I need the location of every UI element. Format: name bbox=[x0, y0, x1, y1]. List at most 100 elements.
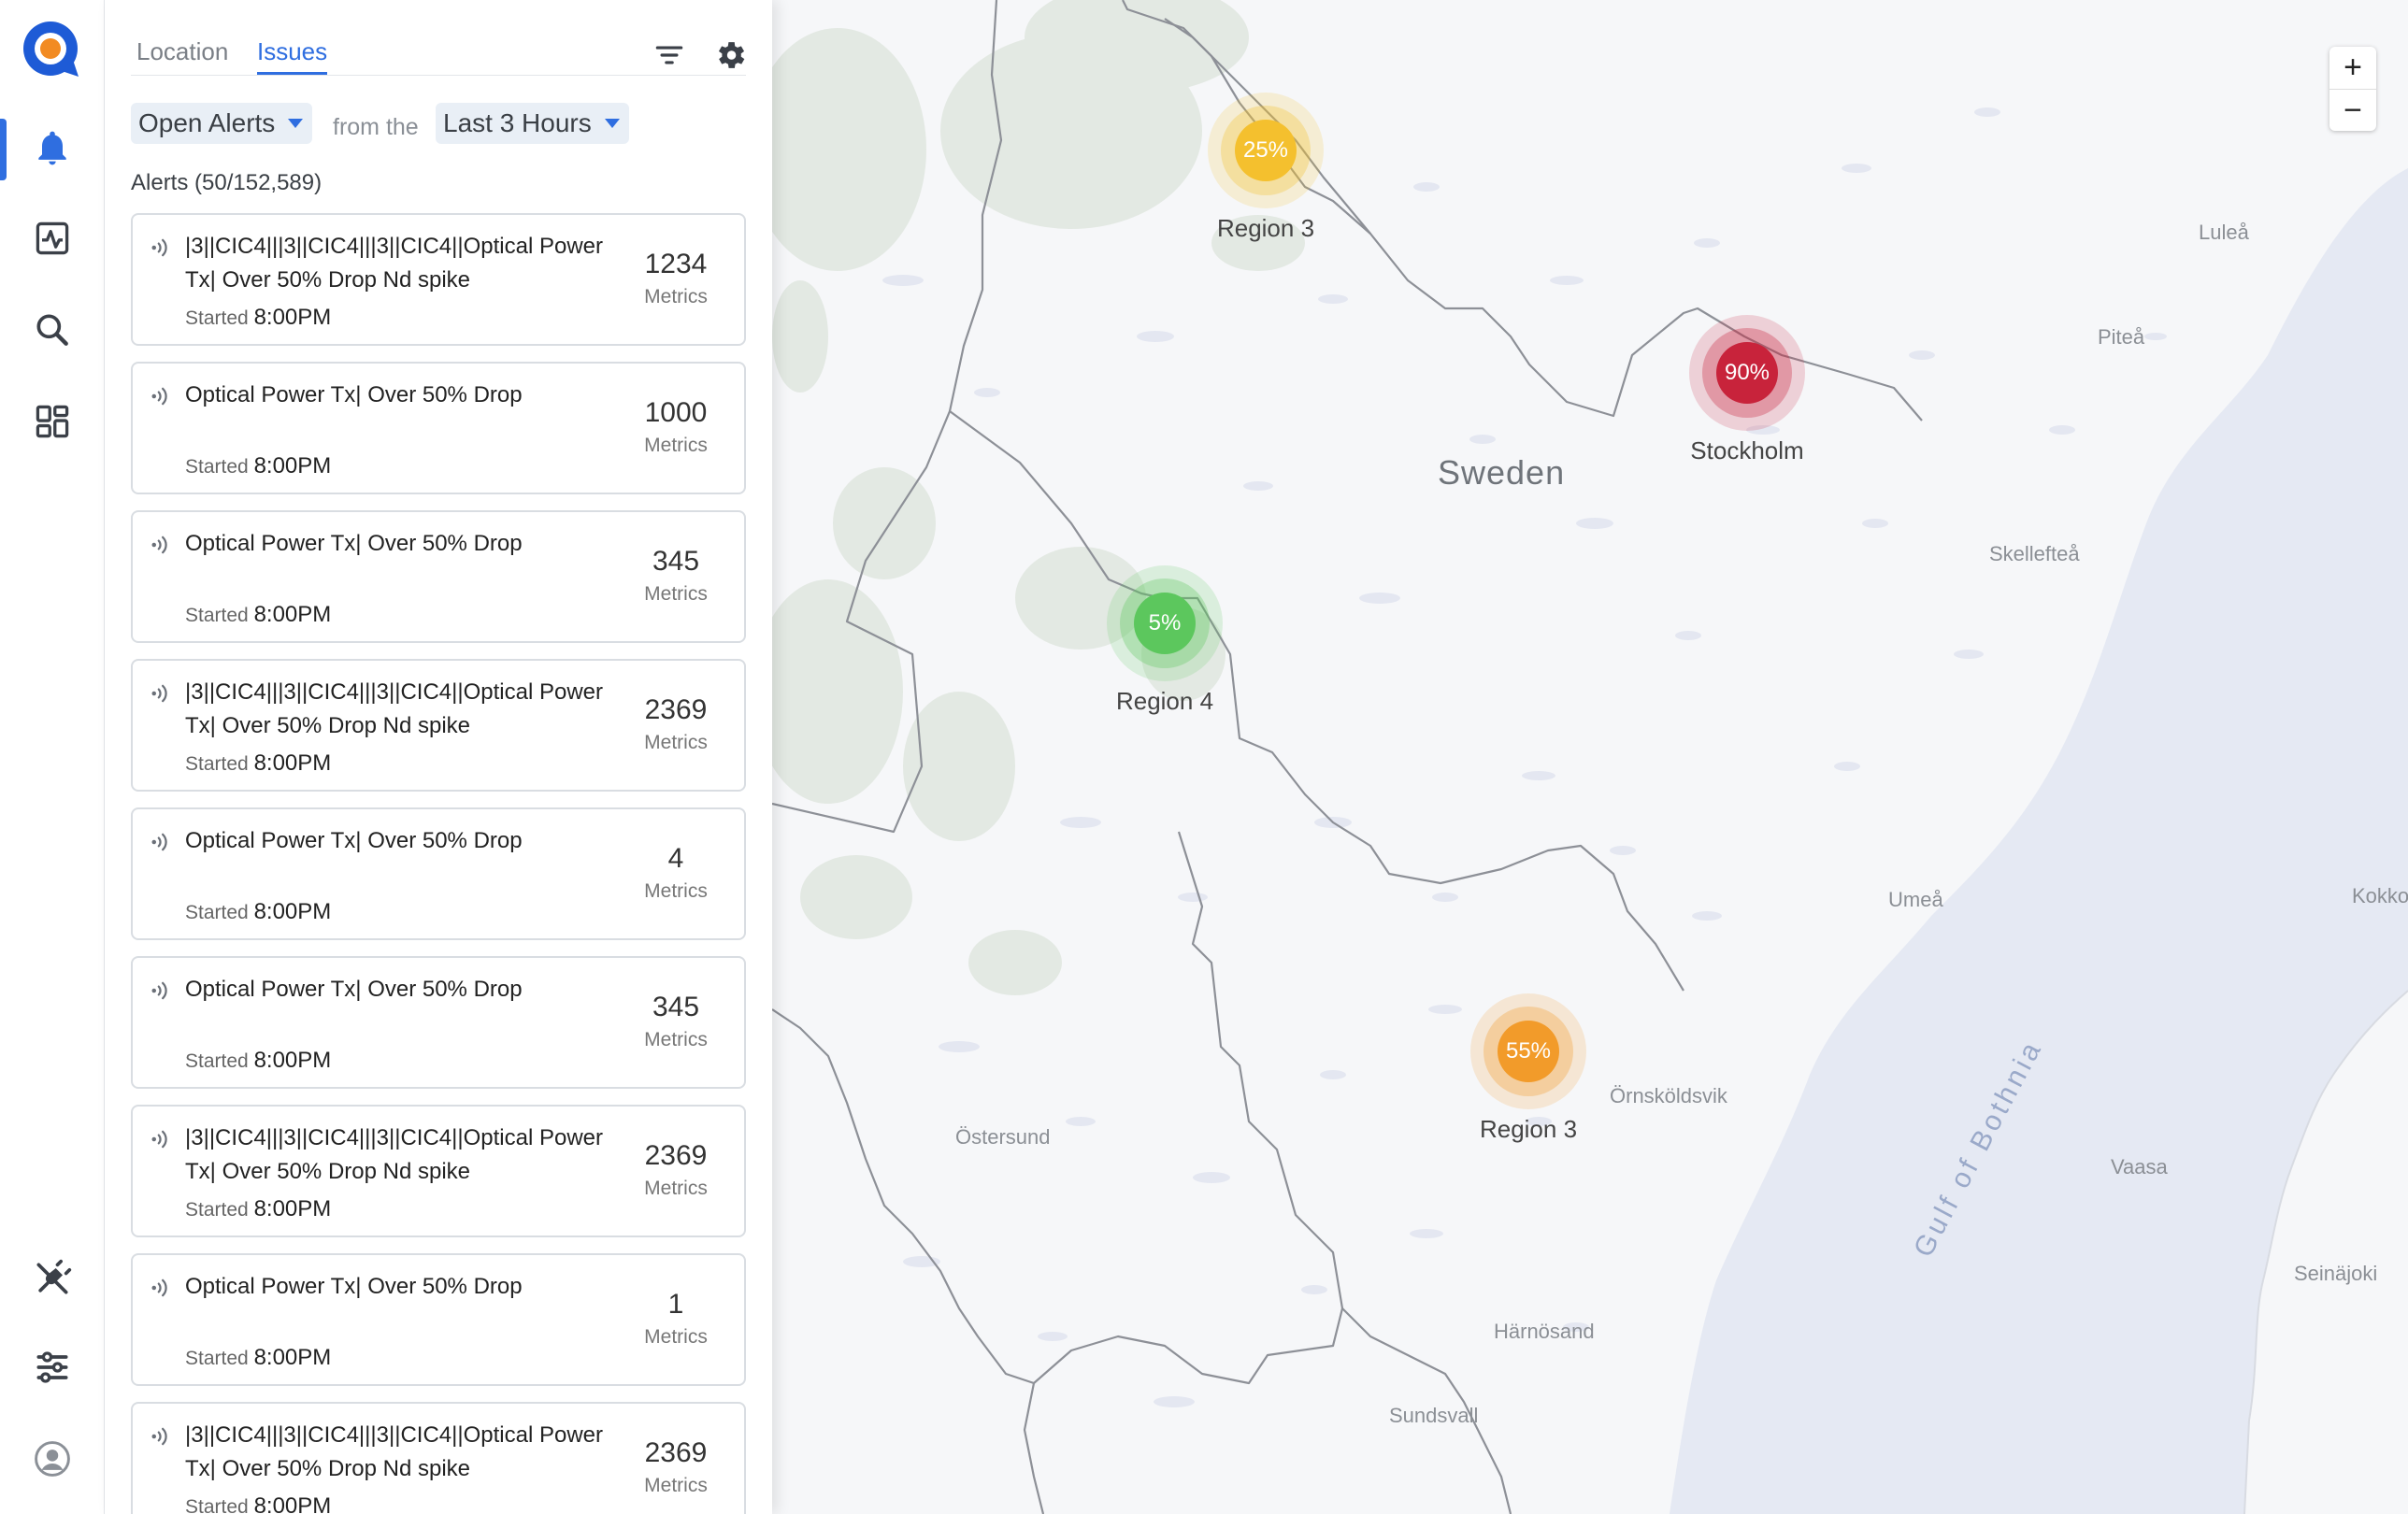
filter-icon[interactable] bbox=[652, 37, 687, 73]
alert-panel: Location Issues Open Alerts from the Las… bbox=[105, 0, 772, 1514]
signal-icon bbox=[146, 531, 174, 559]
signal-icon bbox=[146, 1274, 174, 1302]
gear-icon[interactable] bbox=[712, 37, 748, 73]
alert-started-label: Started bbox=[185, 605, 249, 626]
map-place-label: Luleå bbox=[2199, 221, 2249, 244]
app-logo[interactable] bbox=[21, 19, 82, 80]
nav-profile[interactable] bbox=[0, 1419, 105, 1503]
alert-started: Started 8:00PM bbox=[185, 305, 331, 331]
bell-icon bbox=[32, 127, 73, 173]
status-filter-dropdown[interactable]: Open Alerts bbox=[131, 103, 313, 144]
marker-value: 90% bbox=[1716, 342, 1778, 404]
alert-title: |3||CIC4|||3||CIC4|||3||CIC4||Optical Po… bbox=[185, 679, 603, 738]
marker-label: Stockholm bbox=[1690, 436, 1804, 464]
nav-alerts[interactable] bbox=[0, 107, 105, 192]
caret-down-icon bbox=[288, 119, 304, 128]
signal-icon bbox=[146, 679, 174, 707]
alert-card[interactable]: |3||CIC4|||3||CIC4|||3||CIC4||Optical Po… bbox=[131, 659, 746, 792]
alert-card[interactable]: Optical Power Tx| Over 50% Drop Started 8… bbox=[131, 1253, 746, 1386]
map-place-label: Härnösand bbox=[1494, 1320, 1595, 1343]
alert-card[interactable]: Optical Power Tx| Over 50% Drop Started 8… bbox=[131, 362, 746, 494]
map-country-label: Sweden bbox=[1438, 453, 1566, 492]
map-place-label: Sundsvall bbox=[1389, 1404, 1479, 1427]
alert-time: 8:00PM bbox=[253, 453, 332, 478]
tab-issues[interactable]: Issues bbox=[257, 37, 328, 75]
nav-rail bbox=[0, 0, 105, 1514]
signal-icon bbox=[146, 234, 174, 262]
alert-card[interactable]: Optical Power Tx| Over 50% Drop Started 8… bbox=[131, 510, 746, 643]
alert-started: Started 8:00PM bbox=[185, 1345, 331, 1371]
alert-metric: 1000 Metrics bbox=[634, 397, 718, 457]
dashboard-icon bbox=[32, 401, 73, 447]
map-place-label: Piteå bbox=[2098, 325, 2145, 349]
alert-started: Started 8:00PM bbox=[185, 1196, 331, 1222]
alert-card[interactable]: |3||CIC4|||3||CIC4|||3||CIC4||Optical Po… bbox=[131, 1402, 746, 1514]
alert-started-label: Started bbox=[185, 456, 249, 478]
alert-started: Started 8:00PM bbox=[185, 1048, 331, 1074]
alert-card[interactable]: Optical Power Tx| Over 50% Drop Started 8… bbox=[131, 956, 746, 1089]
map[interactable]: Sweden Gulf of Bothnia Luleå Piteå Skell… bbox=[772, 0, 2408, 1514]
alert-started: Started 8:00PM bbox=[185, 602, 331, 628]
alert-metric-unit: Metrics bbox=[644, 286, 708, 307]
alert-metric-unit: Metrics bbox=[644, 732, 708, 753]
map-place-label: Kokkol bbox=[2352, 884, 2408, 907]
signal-icon bbox=[146, 828, 174, 856]
marker-label: Region 3 bbox=[1479, 1115, 1578, 1143]
signal-icon bbox=[146, 1422, 174, 1450]
zoom-in-button[interactable]: + bbox=[2329, 47, 2376, 89]
alert-card[interactable]: |3||CIC4|||3||CIC4|||3||CIC4||Optical Po… bbox=[131, 1105, 746, 1237]
filter-connector: from the bbox=[333, 114, 419, 140]
alert-metric: 4 Metrics bbox=[634, 843, 718, 903]
map-base bbox=[772, 0, 2408, 1514]
sliders-icon bbox=[32, 1347, 73, 1393]
alert-metric: 1 Metrics bbox=[634, 1289, 718, 1349]
alert-metric-unit: Metrics bbox=[644, 880, 708, 902]
alert-time: 8:00PM bbox=[253, 1493, 332, 1514]
map-place-label: Örnsköldsvik bbox=[1610, 1084, 1727, 1107]
nav-settings[interactable] bbox=[0, 1327, 105, 1411]
alert-metric-value: 1234 bbox=[644, 249, 708, 279]
search-icon bbox=[32, 309, 73, 355]
alert-time: 8:00PM bbox=[253, 1196, 332, 1221]
alert-metric-value: 4 bbox=[667, 843, 684, 874]
alert-started-label: Started bbox=[185, 753, 249, 775]
nav-integrations[interactable] bbox=[0, 1238, 105, 1322]
alert-card[interactable]: Optical Power Tx| Over 50% Drop Started 8… bbox=[131, 807, 746, 940]
zoom-out-button[interactable]: − bbox=[2329, 89, 2376, 132]
marker-value: 25% bbox=[1235, 120, 1297, 181]
map-place-label: Östersund bbox=[955, 1125, 1051, 1149]
alert-started: Started 8:00PM bbox=[185, 1493, 331, 1514]
alert-metric: 2369 Metrics bbox=[634, 1140, 718, 1200]
nav-dashboard[interactable] bbox=[0, 381, 105, 465]
user-icon bbox=[32, 1438, 73, 1484]
alert-started-label: Started bbox=[185, 1348, 249, 1369]
alert-metric-value: 1 bbox=[667, 1289, 684, 1320]
alert-title: Optical Power Tx| Over 50% Drop bbox=[185, 531, 523, 556]
nav-analytics[interactable] bbox=[0, 198, 105, 282]
alert-metric: 345 Metrics bbox=[634, 546, 718, 606]
alert-title: |3||CIC4|||3||CIC4|||3||CIC4||Optical Po… bbox=[185, 1125, 603, 1184]
alert-started: Started 8:00PM bbox=[185, 453, 331, 479]
alert-metric-value: 1000 bbox=[644, 397, 708, 428]
signal-icon bbox=[146, 1125, 174, 1153]
alert-title: Optical Power Tx| Over 50% Drop bbox=[185, 382, 523, 407]
map-place-label: Umeå bbox=[1888, 888, 1943, 911]
alert-metric-unit: Metrics bbox=[644, 1029, 708, 1050]
marker-label: Region 3 bbox=[1216, 214, 1315, 242]
time-range-dropdown[interactable]: Last 3 Hours bbox=[436, 103, 629, 144]
alert-title: Optical Power Tx| Over 50% Drop bbox=[185, 1274, 523, 1299]
alert-metric: 2369 Metrics bbox=[634, 694, 718, 754]
alert-started-label: Started bbox=[185, 1050, 249, 1072]
alert-metric-unit: Metrics bbox=[644, 1475, 708, 1496]
alerts-count: Alerts (50/152,589) bbox=[131, 170, 322, 195]
alert-title: Optical Power Tx| Over 50% Drop bbox=[185, 977, 523, 1002]
tab-location[interactable]: Location bbox=[136, 37, 228, 72]
alert-time: 8:00PM bbox=[253, 750, 332, 776]
alert-metric: 2369 Metrics bbox=[634, 1437, 718, 1497]
zoom-control: + − bbox=[2329, 47, 2376, 131]
nav-search[interactable] bbox=[0, 290, 105, 374]
alert-time: 8:00PM bbox=[253, 602, 332, 627]
map-place-label: Skellefteå bbox=[1989, 542, 2080, 565]
alert-metric-unit: Metrics bbox=[644, 1178, 708, 1199]
alert-card[interactable]: |3||CIC4|||3||CIC4|||3||CIC4||Optical Po… bbox=[131, 213, 746, 346]
